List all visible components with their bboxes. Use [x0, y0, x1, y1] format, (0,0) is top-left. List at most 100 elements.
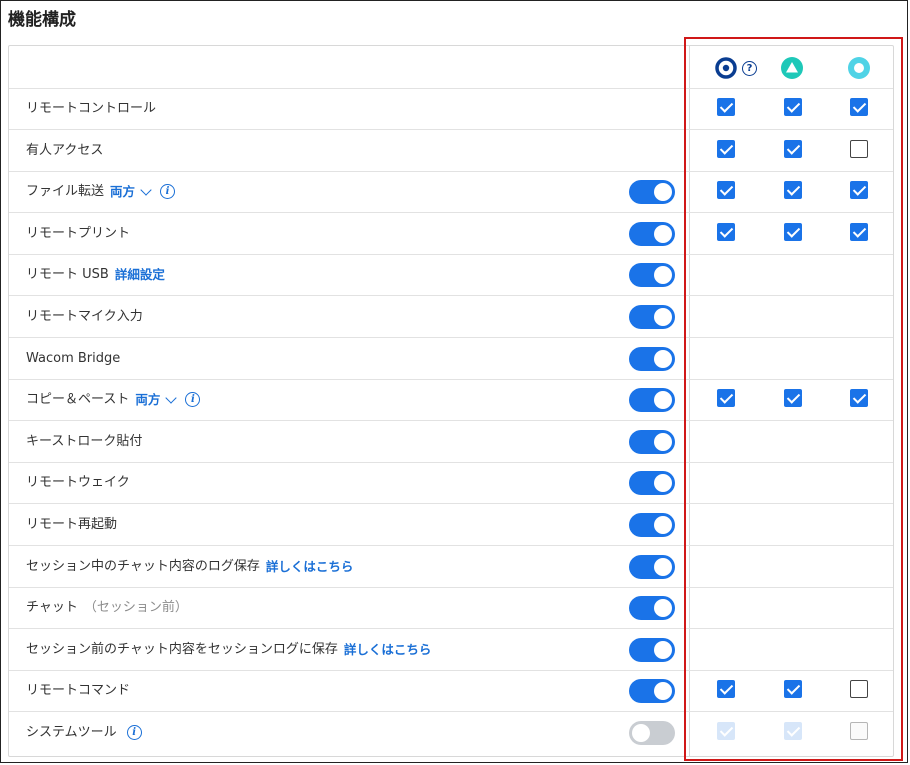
toggle-knob: [654, 224, 672, 243]
feature-row: リモートコントロール: [9, 88, 893, 130]
feature-toggle[interactable]: [629, 596, 675, 621]
feature-toggle[interactable]: [629, 513, 675, 537]
feature-label: セッション前のチャット内容をセッションログに保存 詳しくはこちら: [26, 629, 431, 670]
plan-checkbox[interactable]: [850, 389, 868, 408]
feature-link[interactable]: 詳しくはこちら: [266, 546, 354, 587]
direction-dropdown[interactable]: 両方: [135, 379, 178, 420]
feature-label: リモートプリント: [26, 213, 130, 254]
toggle-knob: [654, 432, 672, 451]
feature-toggle[interactable]: [629, 721, 675, 745]
feature-label: リモートコマンド: [26, 670, 130, 711]
feature-toggle[interactable]: [629, 180, 675, 205]
feature-label: チャット （セッション前）: [26, 587, 188, 628]
feature-name: リモートコマンド: [26, 683, 131, 699]
info-icon[interactable]: i: [160, 184, 176, 200]
toggle-knob: [654, 183, 672, 202]
feature-sublabel: （セッション前）: [83, 600, 188, 616]
feature-toggle[interactable]: [629, 221, 675, 246]
feature-toggle[interactable]: [629, 554, 675, 579]
toggle-knob: [654, 516, 672, 534]
direction-dropdown[interactable]: 両方: [110, 171, 152, 212]
toggle-knob: [654, 682, 672, 701]
feature-row: ファイル転送 両方 i: [9, 171, 893, 214]
plan-checkbox[interactable]: [784, 389, 802, 408]
feature-toggle[interactable]: [629, 637, 675, 662]
feature-label: キーストローク貼付: [26, 421, 142, 462]
plan-checkbox[interactable]: [784, 139, 802, 158]
plan-checkbox[interactable]: [717, 222, 735, 241]
feature-name: リモートマイク入力: [26, 309, 143, 324]
plan-checkbox[interactable]: [784, 222, 802, 241]
feature-name: リモートプリント: [26, 225, 131, 241]
toggle-knob: [654, 308, 672, 326]
feature-name: キーストローク貼付: [26, 433, 143, 449]
feature-row: チャット （セッション前）: [9, 587, 893, 630]
plan-checkbox[interactable]: [717, 680, 735, 699]
feature-toggle[interactable]: [629, 305, 675, 329]
feature-toggle[interactable]: [629, 429, 675, 454]
feature-row: リモートコマンド: [9, 670, 893, 713]
feature-label: システムツール i: [26, 712, 142, 753]
feature-row: リモート USB 詳細設定: [9, 254, 893, 297]
feature-label: リモート USB 詳細設定: [26, 254, 165, 295]
feature-toggle[interactable]: [629, 388, 675, 413]
feature-name: 有人アクセス: [26, 142, 104, 158]
plan-checkbox[interactable]: [850, 98, 868, 116]
feature-name: リモート再起動: [26, 517, 118, 532]
feature-toggle[interactable]: [629, 263, 675, 288]
feature-row: Wacom Bridge: [9, 338, 893, 380]
feature-row: 有人アクセス: [9, 130, 893, 172]
toggle-knob: [654, 640, 672, 659]
feature-label: セッション中のチャット内容のログ保存 詳しくはこちら: [26, 546, 353, 587]
plan-checkbox[interactable]: [717, 139, 735, 158]
feature-name: リモートウェイク: [26, 475, 130, 491]
feature-label: Wacom Bridge: [26, 338, 120, 379]
feature-toggle[interactable]: [629, 679, 675, 704]
plan-checkbox[interactable]: [784, 98, 802, 116]
plan-checkbox[interactable]: [717, 181, 735, 200]
feature-name: チャット: [26, 600, 78, 616]
plan-checkbox[interactable]: [784, 680, 802, 699]
info-icon[interactable]: i: [185, 392, 201, 408]
plan-checkbox: [717, 722, 735, 740]
feature-row: セッション前のチャット内容をセッションログに保存 詳しくはこちら: [9, 629, 893, 671]
page-title: 機能構成: [8, 10, 76, 30]
feature-link[interactable]: 詳細設定: [115, 254, 165, 295]
plan-checkbox[interactable]: [717, 98, 735, 116]
target-circle-icon: [715, 57, 737, 79]
toggle-knob: [654, 474, 672, 493]
toggle-knob: [654, 557, 672, 576]
feature-row: キーストローク貼付: [9, 421, 893, 463]
feature-link[interactable]: 詳しくはこちら: [344, 629, 432, 670]
toggle-knob: [654, 266, 672, 285]
plan-checkbox[interactable]: [850, 181, 868, 200]
feature-row: リモートマイク入力: [9, 296, 893, 338]
plan-checkbox: [850, 722, 868, 740]
feature-toggle[interactable]: [629, 471, 675, 496]
plan-checkbox[interactable]: [717, 389, 735, 408]
dropdown-value: 両方: [110, 184, 136, 200]
dropdown-value: 両方: [135, 392, 161, 408]
feature-toggle[interactable]: [629, 346, 675, 371]
feature-row: リモート再起動: [9, 504, 893, 546]
feature-row: リモートウェイク: [9, 462, 893, 505]
help-icon[interactable]: ?: [742, 61, 757, 76]
toggle-knob: [654, 349, 672, 368]
plan-header-row: ?: [9, 46, 893, 89]
feature-row: セッション中のチャット内容のログ保存 詳しくはこちら: [9, 546, 893, 588]
feature-label: リモートウェイク: [26, 462, 130, 503]
plan-checkbox[interactable]: [784, 181, 802, 200]
feature-label: リモートコントロール: [26, 88, 156, 129]
plan-checkbox[interactable]: [850, 139, 868, 158]
feature-name: システムツール: [26, 725, 117, 740]
chevron-down-icon: [165, 392, 178, 404]
plan-checkbox[interactable]: [850, 222, 868, 241]
feature-name: リモート USB: [26, 267, 109, 283]
plan-checkbox: [784, 722, 802, 740]
feature-label: ファイル転送 両方 i: [26, 171, 176, 212]
plan-checkbox[interactable]: [850, 680, 868, 699]
info-icon[interactable]: i: [126, 725, 142, 740]
feature-label: リモートマイク入力: [26, 296, 143, 337]
feature-label: リモート再起動: [26, 504, 117, 545]
ring-circle-icon: [848, 57, 870, 79]
